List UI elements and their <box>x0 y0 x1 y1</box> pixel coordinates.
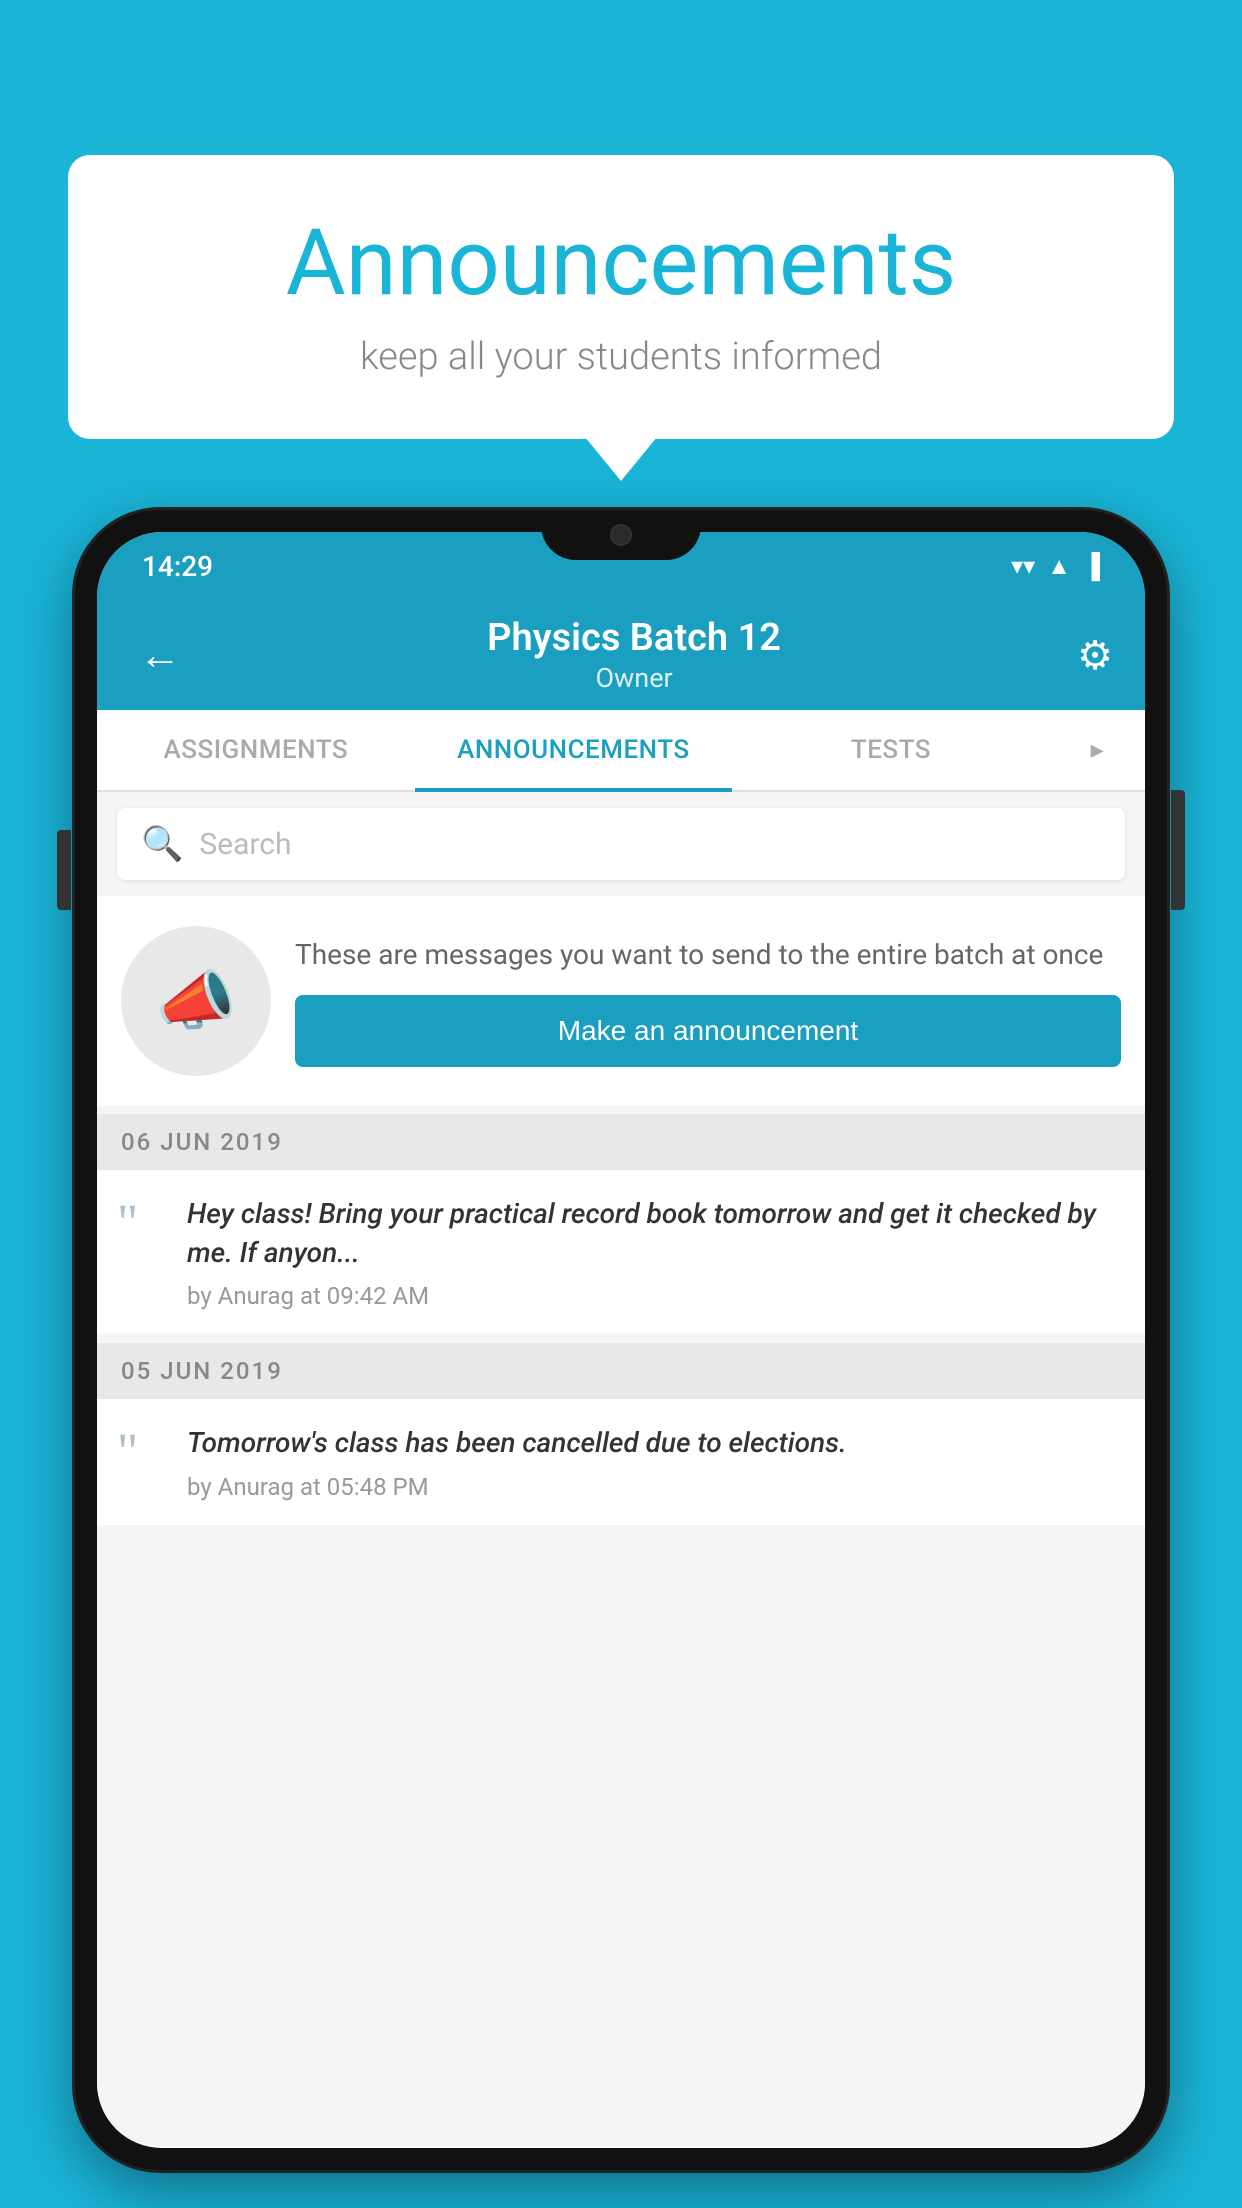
search-icon: 🔍 <box>141 824 183 864</box>
promo-icon-circle: 📣 <box>121 926 271 1076</box>
announcement-item-2[interactable]: " Tomorrow's class has been cancelled du… <box>97 1399 1145 1524</box>
toolbar-title-area: Physics Batch 12 Owner <box>211 616 1057 694</box>
toolbar: ← Physics Batch 12 Owner ⚙ <box>97 600 1145 710</box>
batch-name: Physics Batch 12 <box>211 616 1057 660</box>
batch-role: Owner <box>211 662 1057 694</box>
phone-notch <box>541 510 701 560</box>
search-bar[interactable]: 🔍 Search <box>117 808 1125 880</box>
phone-outer: 14:29 ▾▾ ▲ ▐ ← Physics Batch 12 Owner ⚙ <box>75 510 1167 2170</box>
date-separator-1: 06 JUN 2019 <box>97 1114 1145 1170</box>
tab-bar: ASSIGNMENTS ANNOUNCEMENTS TESTS ▸ <box>97 710 1145 792</box>
bubble-title: Announcements <box>128 210 1114 317</box>
promo-right: These are messages you want to send to t… <box>295 935 1121 1066</box>
bubble-subtitle: keep all your students informed <box>128 335 1114 379</box>
back-button[interactable]: ← <box>129 621 191 690</box>
megaphone-icon: 📣 <box>156 963 237 1039</box>
phone-mockup: 14:29 ▾▾ ▲ ▐ ← Physics Batch 12 Owner ⚙ <box>75 510 1167 2208</box>
search-placeholder: Search <box>199 827 291 862</box>
tab-assignments[interactable]: ASSIGNMENTS <box>97 710 415 790</box>
announcement-promo: 📣 These are messages you want to send to… <box>97 896 1145 1106</box>
announcement-item-1[interactable]: " Hey class! Bring your practical record… <box>97 1170 1145 1335</box>
date-separator-2: 05 JUN 2019 <box>97 1343 1145 1399</box>
make-announcement-button[interactable]: Make an announcement <box>295 995 1121 1067</box>
front-camera <box>610 524 632 546</box>
battery-icon: ▐ <box>1083 552 1100 581</box>
speech-bubble: Announcements keep all your students inf… <box>68 155 1174 439</box>
tab-more[interactable]: ▸ <box>1050 710 1145 790</box>
announcement-content-1: Hey class! Bring your practical record b… <box>187 1194 1121 1310</box>
announcement-text-1: Hey class! Bring your practical record b… <box>187 1194 1121 1272</box>
content-area: 🔍 Search 📣 These are messages you want t… <box>97 792 1145 2146</box>
announcement-text-2: Tomorrow's class has been cancelled due … <box>187 1423 1121 1462</box>
quote-icon-1: " <box>117 1194 167 1250</box>
tab-tests[interactable]: TESTS <box>732 710 1050 790</box>
quote-icon-2: " <box>117 1423 167 1479</box>
announcement-meta-2: by Anurag at 05:48 PM <box>187 1473 1121 1501</box>
promo-description: These are messages you want to send to t… <box>295 935 1121 974</box>
settings-button[interactable]: ⚙ <box>1077 632 1113 679</box>
announcement-meta-1: by Anurag at 09:42 AM <box>187 1282 1121 1310</box>
phone-screen: 14:29 ▾▾ ▲ ▐ ← Physics Batch 12 Owner ⚙ <box>97 532 1145 2148</box>
status-time: 14:29 <box>142 550 213 583</box>
speech-bubble-container: Announcements keep all your students inf… <box>68 155 1174 439</box>
announcement-content-2: Tomorrow's class has been cancelled due … <box>187 1423 1121 1500</box>
tab-announcements[interactable]: ANNOUNCEMENTS <box>415 710 733 790</box>
signal-icon: ▲ <box>1047 552 1071 581</box>
wifi-icon: ▾▾ <box>1011 552 1035 580</box>
status-icons: ▾▾ ▲ ▐ <box>1011 552 1100 581</box>
